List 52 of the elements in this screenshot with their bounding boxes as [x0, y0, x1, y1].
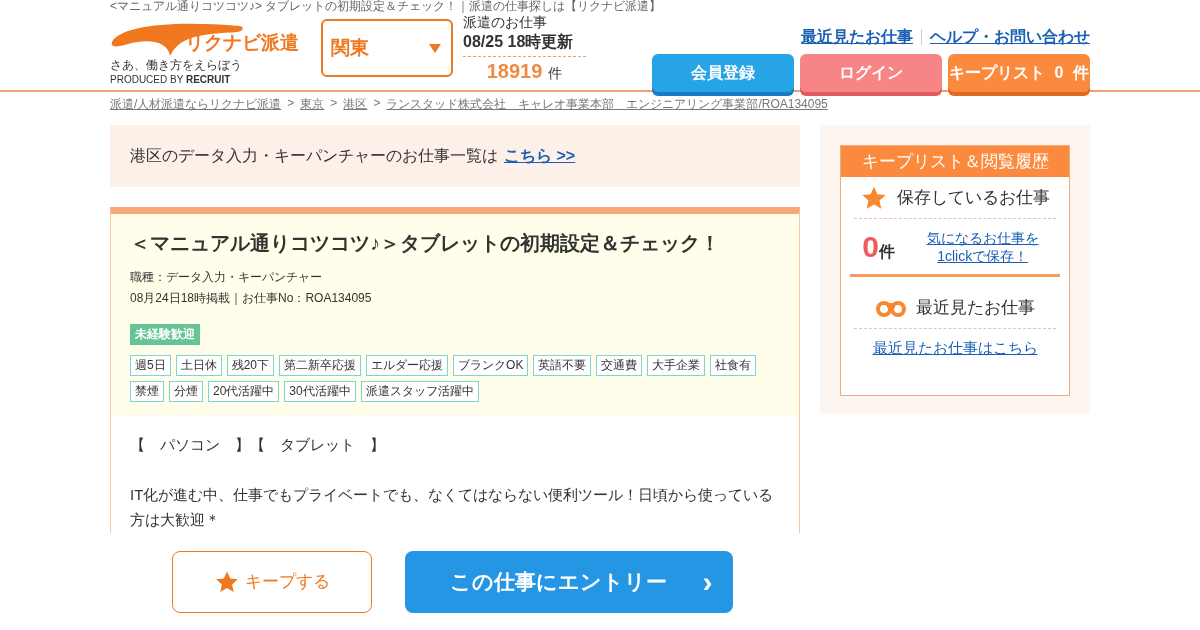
breadcrumb-link[interactable]: 港区 — [343, 96, 368, 113]
job-tag: 派遣スタッフ活躍中 — [360, 381, 479, 402]
saved-heading: 保存しているお仕事 — [896, 187, 1050, 209]
entry-button[interactable]: この仕事にエントリー › — [405, 550, 733, 613]
experience-badge: 未経験歓迎 — [130, 324, 200, 345]
header-link[interactable]: 最近見たお仕事 — [801, 26, 913, 48]
job-count: 18919 — [486, 60, 543, 83]
saved-count: 0 — [862, 229, 879, 264]
job-tag: 分煙 — [169, 381, 203, 402]
job-category: 職種：データ入力・キーパンチャー — [130, 269, 323, 286]
breadcrumb-separator: > — [287, 96, 295, 112]
job-tag: 20代活躍中 — [208, 381, 280, 402]
breadcrumb-separator: > — [373, 96, 381, 112]
breadcrumb-link[interactable]: ランスタッド株式会社 キャレオ事業本部 エンジニアリング事業部/ROA134095 — [386, 96, 828, 113]
job-tag: エルダー応援 — [366, 355, 449, 376]
update-date: 08/25 18時更新 — [463, 32, 586, 57]
job-posted: 08月24日18時掲載｜お仕事No：ROA134095 — [130, 290, 373, 307]
notice-link[interactable]: こちら >> — [504, 145, 576, 167]
job-tag: 週5日 — [130, 355, 171, 376]
job-tag: 英語不要 — [533, 355, 592, 376]
job-tag: 第二新卒応援 — [279, 355, 362, 376]
page-title: <マニュアル通りコツコツ♪> タブレットの初期設定＆チェック！｜派遣の仕事探しは【リクナビ派遣】 — [110, 0, 663, 13]
notice-text: 港区のデータ入力・キーパンチャーのお仕事一覧は — [130, 145, 498, 166]
save-hint-link[interactable]: 気になるお仕事を1clickで保存！ — [917, 228, 1048, 265]
description-text: IT化が進む中、仕事でもプライベートでも、なくてはならない便利ツール！日頃から使っている方は大歓迎＊ — [130, 485, 775, 530]
recent-link[interactable]: 最近見たお仕事はこちら — [841, 339, 1069, 358]
description-text: 【 パソコン 】【 タブレット 】 — [130, 435, 386, 455]
job-tag: 残20下 — [226, 355, 275, 376]
breadcrumb-link[interactable]: 派遣/人材派遣ならリクナビ派遣 — [110, 96, 282, 113]
produced-by-text: PRODUCED BY RECRUIT — [110, 74, 232, 85]
job-tag: ブランクOK — [453, 355, 529, 376]
update-label: 派遣のお仕事 — [463, 14, 548, 32]
job-tag: 交通費 — [596, 355, 643, 376]
keep-button[interactable]: キープする — [172, 550, 372, 613]
tagline: さあ、働き方をえらぼう — [110, 57, 243, 74]
swoosh-logo-icon — [110, 22, 245, 56]
job-tag: 大手企業 — [647, 355, 706, 376]
job-tag: 30代活躍中 — [284, 381, 356, 402]
job-title: ＜マニュアル通りコツコツ♪＞タブレットの初期設定＆チェック！ — [130, 231, 721, 256]
saved-unit: 件 — [879, 242, 895, 262]
caret-icon — [429, 43, 441, 53]
recent-heading: 最近見たお仕事 — [915, 297, 1035, 319]
breadcrumb-separator: > — [330, 96, 338, 112]
sidebar-title: キープリスト＆閲覧履歴 — [841, 146, 1069, 177]
job-tag: 土日休 — [175, 355, 222, 376]
region-select[interactable]: 関東 — [321, 19, 453, 77]
job-tag: 社食有 — [710, 355, 757, 376]
binoculars-icon — [875, 298, 906, 317]
count-unit: 件 — [548, 65, 563, 83]
job-tag: 禁煙 — [130, 381, 164, 402]
header-link[interactable]: ヘルプ・お問い合わせ — [930, 26, 1090, 48]
breadcrumb-link[interactable]: 東京 — [300, 96, 325, 113]
